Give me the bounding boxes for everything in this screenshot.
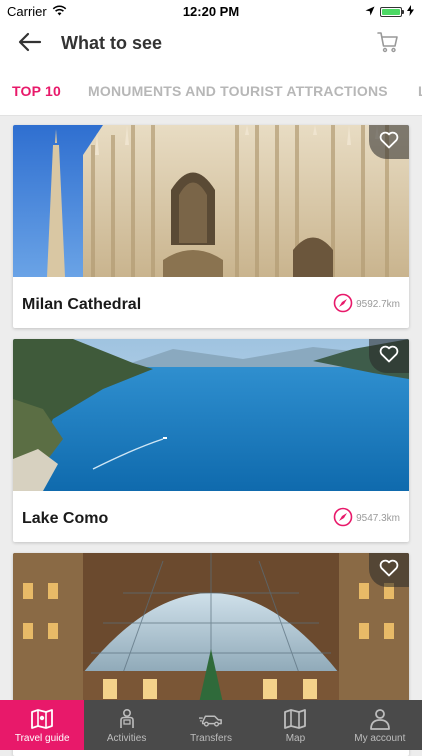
back-button[interactable]	[16, 30, 44, 58]
tourist-person-icon	[115, 708, 139, 730]
place-name: Milan Cathedral	[22, 296, 142, 313]
page-title: What to see	[61, 33, 163, 53]
milan-cathedral-photo	[13, 125, 409, 277]
nav-label: My account	[354, 733, 406, 744]
tab-monuments[interactable]: MONUMENTS AND TOURIST ATTRACTIONS	[88, 83, 388, 99]
place-distance: 9592.7km	[333, 293, 400, 316]
charging-bolt-icon	[407, 4, 414, 19]
tab-next[interactable]: L	[418, 83, 422, 99]
tab-top-10[interactable]: TOP 10	[12, 83, 61, 99]
favorite-button[interactable]	[369, 553, 409, 587]
favorite-button[interactable]	[369, 125, 409, 159]
arrow-left-icon	[18, 32, 42, 57]
distance-value: 9547.3km	[356, 513, 400, 524]
app-header: What to see	[0, 22, 422, 66]
nav-label: Activities	[106, 733, 147, 744]
status-time: 12:20 PM	[182, 4, 240, 19]
lake-como-photo	[13, 339, 409, 491]
place-name: Lake Como	[22, 510, 109, 527]
heart-outline-icon	[379, 345, 399, 368]
cart-icon	[377, 31, 399, 58]
nav-travel-guide[interactable]: Travel guide	[0, 700, 85, 750]
location-arrow-icon	[365, 4, 375, 19]
place-card[interactable]: Lake Como 9547.3km	[13, 339, 409, 542]
place-card[interactable]: Milan Cathedral 9592.7km	[13, 125, 409, 328]
status-bar: Carrier 12:20 PM	[0, 0, 422, 22]
category-tabs: TOP 10 MONUMENTS AND TOURIST ATTRACTIONS…	[0, 66, 422, 116]
car-icon	[199, 708, 223, 730]
compass-icon	[333, 293, 353, 316]
cart-button[interactable]	[374, 30, 402, 58]
distance-value: 9592.7km	[356, 299, 400, 310]
nav-map[interactable]: Map	[253, 700, 337, 750]
map-book-icon	[30, 708, 54, 730]
map-icon	[283, 708, 307, 730]
nav-label: Travel guide	[14, 733, 70, 744]
nav-activities[interactable]: Activities	[84, 700, 168, 750]
galleria-vittorio-emanuele-photo	[13, 553, 409, 705]
battery-icon	[380, 6, 404, 17]
status-bar-right	[365, 4, 414, 19]
nav-my-account[interactable]: My account	[338, 700, 422, 750]
heart-outline-icon	[379, 559, 399, 582]
nav-transfers[interactable]: Transfers	[169, 700, 253, 750]
user-icon	[368, 708, 392, 730]
favorite-button[interactable]	[369, 339, 409, 373]
compass-icon	[333, 507, 353, 530]
nav-label: Map	[285, 733, 306, 744]
place-distance: 9547.3km	[333, 507, 400, 530]
bottom-navigation: Travel guide Activities Transfers Map My…	[0, 700, 422, 750]
heart-outline-icon	[379, 131, 399, 154]
nav-label: Transfers	[190, 733, 232, 744]
